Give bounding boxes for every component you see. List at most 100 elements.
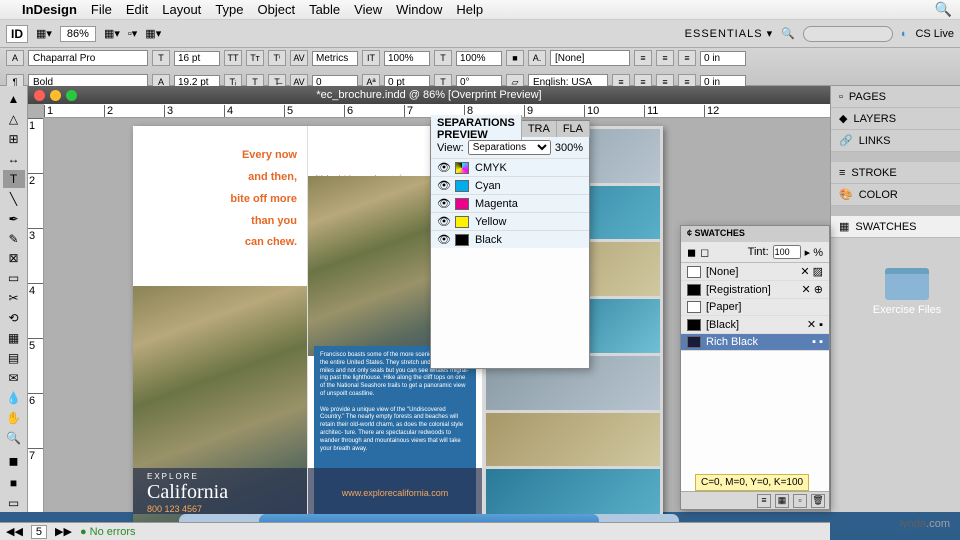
arrange[interactable]: ▦▾ xyxy=(145,27,161,40)
cs-live[interactable]: CS Live xyxy=(915,28,954,40)
gradient-feather-tool[interactable]: ▤ xyxy=(3,349,25,367)
scissors-tool[interactable]: ✂ xyxy=(3,289,25,307)
hscale[interactable]: 100% xyxy=(456,51,502,66)
separations-preview-panel[interactable]: SEPARATIONS PREVIEW TRA FLA View: Separa… xyxy=(430,120,590,369)
page-prev-icon[interactable]: ◀◀ xyxy=(6,525,23,538)
menu-file[interactable]: File xyxy=(91,2,112,17)
dock-layers[interactable]: ◆LAYERS xyxy=(831,108,960,130)
tint-slider-icon[interactable]: ▸ % xyxy=(805,246,823,259)
menu-table[interactable]: Table xyxy=(309,2,340,17)
menu-layout[interactable]: Layout xyxy=(162,2,201,17)
view-options[interactable]: ▦▾ xyxy=(104,27,120,40)
menu-window[interactable]: Window xyxy=(396,2,442,17)
ink-magenta[interactable]: 👁Magenta xyxy=(431,194,589,212)
align-right[interactable]: ≡ xyxy=(678,50,696,66)
font-size[interactable]: 16 pt xyxy=(174,51,220,66)
dock-pages[interactable]: ▫PAGES xyxy=(831,86,960,108)
new-swatch-icon[interactable]: ▫ xyxy=(793,494,807,508)
page-tool[interactable]: ⊞ xyxy=(3,130,25,148)
allcaps[interactable]: TT xyxy=(224,50,242,66)
direct-selection-tool[interactable]: △ xyxy=(3,110,25,128)
smallcaps[interactable]: Tᴛ xyxy=(246,50,264,66)
note-tool[interactable]: ✉ xyxy=(3,369,25,387)
char-format-icon[interactable]: A xyxy=(6,50,24,66)
swatch-none[interactable]: [None]✕ ▨ xyxy=(681,263,829,281)
swatches-panel[interactable]: ¢ SWATCHES ◼ ◻ Tint: ▸ % [None]✕ ▨ [Regi… xyxy=(680,225,830,510)
tab-separations[interactable]: SEPARATIONS PREVIEW xyxy=(431,115,522,143)
stroke-proxy-icon[interactable]: ◻ xyxy=(700,246,709,259)
workspace-switcher[interactable]: ESSENTIALS ▾ xyxy=(685,27,773,40)
ink-black[interactable]: 👁Black xyxy=(431,230,589,248)
close-btn[interactable] xyxy=(34,90,45,101)
ink-cyan[interactable]: 👁Cyan xyxy=(431,176,589,194)
tint-input[interactable] xyxy=(773,245,801,259)
free-transform-tool[interactable]: ⟲ xyxy=(3,309,25,327)
kerning[interactable]: Metrics xyxy=(312,51,358,66)
fill-icon[interactable]: ■ xyxy=(506,50,524,66)
hand-tool[interactable]: ✋ xyxy=(3,409,25,427)
view-dropdown[interactable]: Separations xyxy=(468,140,551,155)
list-view-icon[interactable]: ≡ xyxy=(757,494,771,508)
eyedropper-tool[interactable]: 💧 xyxy=(3,389,25,407)
zoom-btn[interactable] xyxy=(66,90,77,101)
type-tool[interactable]: T xyxy=(3,170,25,188)
indent-left[interactable]: 0 in xyxy=(700,51,746,66)
zoom-tool[interactable]: 🔍 xyxy=(3,429,25,447)
screen-mode-tool[interactable]: ▭ xyxy=(3,494,25,512)
gradient-tool[interactable]: ▦ xyxy=(3,329,25,347)
swatch-paper[interactable]: [Paper] xyxy=(681,299,829,316)
page-number[interactable]: 5 xyxy=(31,525,47,539)
menu-help[interactable]: Help xyxy=(456,2,483,17)
app-name[interactable]: InDesign xyxy=(22,2,77,17)
vscale[interactable]: 100% xyxy=(384,51,430,66)
pencil-tool[interactable]: ✎ xyxy=(3,230,25,248)
ink-limit[interactable]: 300% xyxy=(555,142,583,154)
align-left[interactable]: ≡ xyxy=(634,50,652,66)
eye-icon[interactable]: 👁 xyxy=(437,197,449,210)
zoom-level[interactable]: 86% xyxy=(60,26,96,42)
dock-stroke[interactable]: ≡STROKE xyxy=(831,162,960,184)
thumb-view-icon[interactable]: ▦ xyxy=(775,494,789,508)
panel-header[interactable]: ¢ SWATCHES xyxy=(681,226,829,242)
eye-icon[interactable]: 👁 xyxy=(437,161,449,174)
dock-links[interactable]: 🔗LINKS xyxy=(831,130,960,152)
pen-tool[interactable]: ✒ xyxy=(3,210,25,228)
line-tool[interactable]: ╲ xyxy=(3,190,25,208)
rectangle-frame-tool[interactable]: ⊠ xyxy=(3,250,25,268)
eye-icon[interactable]: 👁 xyxy=(437,179,449,192)
ruler-vertical[interactable]: 1234567 xyxy=(28,118,44,512)
exercise-files[interactable]: Exercise Files xyxy=(872,268,942,316)
dock-color[interactable]: 🎨COLOR xyxy=(831,184,960,206)
tab-flattener[interactable]: FLA xyxy=(557,121,590,137)
page-next-icon[interactable]: ▶▶ xyxy=(55,525,72,538)
gap-tool[interactable]: ↔ xyxy=(3,150,25,168)
delete-swatch-icon[interactable]: 🗑 xyxy=(811,494,825,508)
swatch-richblack[interactable]: Rich Black▪ ▪ xyxy=(681,334,829,351)
panel-header[interactable]: SEPARATIONS PREVIEW TRA FLA xyxy=(431,121,589,137)
search-input[interactable] xyxy=(803,26,893,42)
menu-type[interactable]: Type xyxy=(215,2,243,17)
ink-yellow[interactable]: 👁Yellow xyxy=(431,212,589,230)
bridge-btn[interactable]: ▦▾ xyxy=(36,27,52,40)
screen-mode[interactable]: ▫▾ xyxy=(128,27,137,40)
preflight-status[interactable]: ● No errors xyxy=(80,526,136,538)
menu-object[interactable]: Object xyxy=(258,2,296,17)
color-apply[interactable]: ■ xyxy=(3,474,25,492)
eye-icon[interactable]: 👁 xyxy=(437,233,449,246)
ink-cmyk[interactable]: 👁CMYK xyxy=(431,158,589,176)
menu-view[interactable]: View xyxy=(354,2,382,17)
spotlight-icon[interactable]: 🔍 xyxy=(935,1,952,18)
font-family[interactable]: Chaparral Pro xyxy=(28,50,148,66)
bridge-icon[interactable]: ID xyxy=(6,25,28,43)
selection-tool[interactable]: ▲ xyxy=(3,90,25,108)
rectangle-tool[interactable]: ▭ xyxy=(3,269,25,287)
swatch-registration[interactable]: [Registration]✕ ⊕ xyxy=(681,281,829,299)
tab-trap[interactable]: TRA xyxy=(522,121,557,137)
swatch-black[interactable]: [Black]✕ ▪ xyxy=(681,316,829,334)
char-style[interactable]: [None] xyxy=(550,50,630,66)
dock-swatches[interactable]: ▦SWATCHES xyxy=(831,216,960,238)
menu-edit[interactable]: Edit xyxy=(126,2,148,17)
superscript[interactable]: Tⁱ xyxy=(268,50,286,66)
fill-proxy-icon[interactable]: ◼ xyxy=(687,246,696,259)
minimize-btn[interactable] xyxy=(50,90,61,101)
